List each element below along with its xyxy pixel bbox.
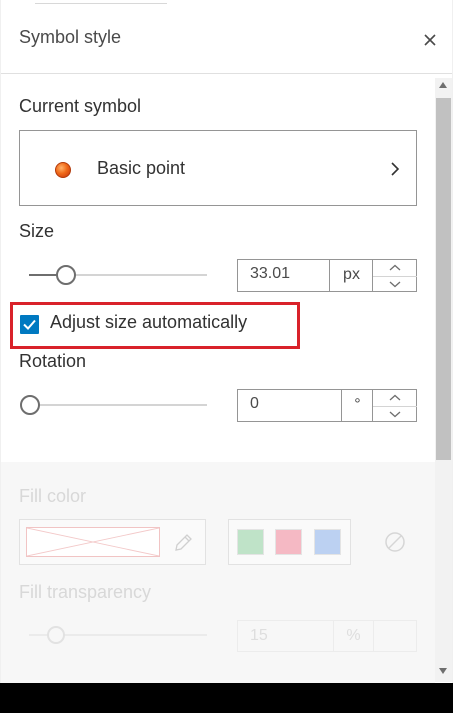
scroll-down-arrow-icon[interactable] <box>439 668 447 674</box>
no-fill-swatch <box>26 527 160 557</box>
chevron-right-icon <box>391 162 400 176</box>
size-slider-thumb[interactable] <box>55 265 76 285</box>
rotation-input[interactable]: 0 ° <box>237 389 417 422</box>
size-input[interactable]: 33.01 px <box>237 259 417 292</box>
color-swatch-green <box>237 529 264 555</box>
chevron-up-icon <box>389 394 401 401</box>
panel-header: Symbol style <box>1 0 452 74</box>
rotation-value[interactable]: 0 <box>250 395 259 413</box>
size-value[interactable]: 33.01 <box>250 265 290 283</box>
current-symbol-label: Current symbol <box>19 96 142 116</box>
fill-color-label: Fill color <box>19 486 87 506</box>
panel-title: Symbol style <box>19 27 122 47</box>
scrollbar-thumb[interactable] <box>436 98 451 460</box>
symbol-style-panel: Symbol style Current symbol Basic point … <box>1 0 452 683</box>
point-symbol-icon <box>55 162 71 178</box>
recent-color-swatches <box>228 519 351 565</box>
chevron-down-icon <box>389 411 401 418</box>
fill-color-picker <box>19 519 206 565</box>
color-swatch-blue <box>314 529 341 555</box>
chevron-up-icon <box>389 264 401 271</box>
no-color-icon <box>385 532 405 552</box>
rotation-label: Rotation <box>19 351 87 371</box>
size-label: Size <box>19 221 55 241</box>
size-unit: px <box>329 260 373 291</box>
current-symbol-button[interactable]: Basic point <box>19 130 417 206</box>
pencil-icon <box>175 534 192 551</box>
transparency-input: 15 % <box>237 620 417 652</box>
scroll-up-arrow-icon[interactable] <box>439 82 447 88</box>
rotation-slider-track[interactable] <box>29 404 207 406</box>
fill-transparency-label: Fill transparency <box>19 582 152 602</box>
disabled-fill-section: Fill color Fill transparency 15 % <box>1 462 435 683</box>
background-tab-edge <box>35 0 167 4</box>
close-icon[interactable] <box>419 29 441 51</box>
transparency-value: 15 <box>250 627 268 644</box>
chevron-down-icon <box>389 281 401 288</box>
rotation-unit: ° <box>341 390 373 421</box>
rotation-increment-button[interactable] <box>373 390 417 406</box>
screen: Symbol style Current symbol Basic point … <box>0 0 453 683</box>
rotation-decrement-button[interactable] <box>373 405 417 422</box>
size-increment-button[interactable] <box>373 260 417 276</box>
color-swatch-pink <box>275 529 302 555</box>
transparency-stepper <box>373 621 417 651</box>
size-stepper[interactable] <box>372 260 417 291</box>
size-decrement-button[interactable] <box>373 275 417 292</box>
symbol-name: Basic point <box>97 158 186 178</box>
rotation-stepper[interactable] <box>372 390 417 421</box>
highlight-annotation-box <box>10 302 300 349</box>
vertical-scrollbar[interactable] <box>435 78 452 682</box>
transparency-unit: % <box>333 621 373 651</box>
transparency-slider-thumb <box>47 626 65 644</box>
rotation-slider-thumb[interactable] <box>20 395 40 415</box>
